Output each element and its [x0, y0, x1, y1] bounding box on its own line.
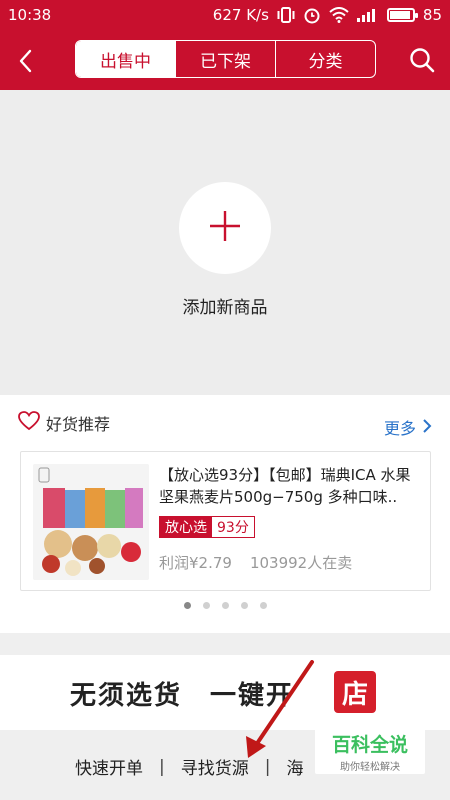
plus-icon — [208, 209, 242, 247]
divider: | — [264, 756, 271, 777]
watermark-logo: 百科全说 助你轻松解决 — [315, 728, 425, 774]
promo-banner[interactable]: 无须选货 一键开 店 — [0, 655, 450, 730]
carousel-dot[interactable] — [183, 602, 191, 609]
search-icon[interactable] — [408, 46, 436, 74]
store-badge: 店 — [334, 671, 376, 713]
top-header: 出售中 已下架 分类 — [0, 30, 450, 90]
add-product-area: 添加新商品 — [0, 90, 450, 395]
signal-icon — [356, 8, 379, 22]
link-quick-order[interactable]: 快速开单 — [75, 754, 143, 779]
tab-category[interactable]: 分类 — [275, 41, 375, 77]
tab-off-shelf[interactable]: 已下架 — [175, 41, 275, 77]
vibrate-icon — [277, 7, 295, 23]
alarm-icon — [303, 6, 321, 24]
carousel-dot[interactable] — [259, 602, 267, 609]
add-product-label: 添加新商品 — [182, 298, 268, 318]
status-icons: 627 K/s 85 — [213, 6, 442, 24]
product-image — [33, 464, 149, 580]
recommend-title: 好货推荐 — [46, 415, 111, 434]
status-time: 10:38 — [8, 6, 52, 24]
bottom-links: 快速开单 | 寻找货源 | 海 — [75, 754, 303, 780]
chevron-right-icon — [422, 418, 432, 437]
quality-badge: 放心选 93分 — [159, 516, 255, 538]
more-label: 更多 — [383, 419, 416, 438]
status-bar: 10:38 627 K/s 85 — [0, 0, 450, 30]
segment-tabs: 出售中 已下架 分类 — [75, 40, 376, 78]
back-icon[interactable] — [14, 48, 40, 74]
carousel-dot[interactable] — [202, 602, 210, 609]
battery-icon — [386, 8, 418, 22]
wifi-icon — [329, 7, 349, 23]
carousel-dot[interactable] — [221, 602, 229, 609]
heart-icon — [18, 411, 40, 435]
product-profit: 利润¥2.79 — [159, 554, 232, 572]
link-find-source[interactable]: 寻找货源 — [181, 754, 249, 779]
banner-text: 无须选货 一键开 — [70, 681, 295, 711]
battery-level: 85 — [422, 6, 442, 24]
quality-badge-score: 93分 — [217, 520, 249, 536]
tab-on-sale[interactable]: 出售中 — [76, 41, 175, 77]
network-speed: 627 K/s — [212, 6, 269, 24]
link-more[interactable]: 海 — [286, 754, 303, 779]
recommend-header: 好货推荐 — [18, 411, 110, 435]
product-card[interactable]: 【放心选93分】【包邮】瑞典ICA 水果坚果燕麦片500g−750g 多种口味.… — [20, 451, 431, 591]
watermark-subtitle: 助你轻松解决 — [340, 762, 400, 773]
add-product-button[interactable] — [179, 182, 271, 274]
product-sellers: 103992人在卖 — [249, 554, 353, 572]
product-meta: 利润¥2.79 103992人在卖 — [159, 552, 352, 573]
divider: | — [159, 756, 165, 777]
more-link[interactable]: 更多 — [384, 415, 432, 439]
carousel-dot[interactable] — [240, 602, 248, 609]
recommend-section: 好货推荐 更多 【放心选93分】【包邮】瑞典ICA 水果坚果燕麦片500g−75… — [0, 395, 450, 633]
quality-badge-label: 放心选 — [160, 517, 212, 537]
product-title: 【放心选93分】【包邮】瑞典ICA 水果坚果燕麦片500g−750g 多种口味.… — [159, 466, 411, 506]
carousel-indicator — [0, 602, 450, 609]
watermark-title: 百科全说 — [331, 734, 408, 756]
